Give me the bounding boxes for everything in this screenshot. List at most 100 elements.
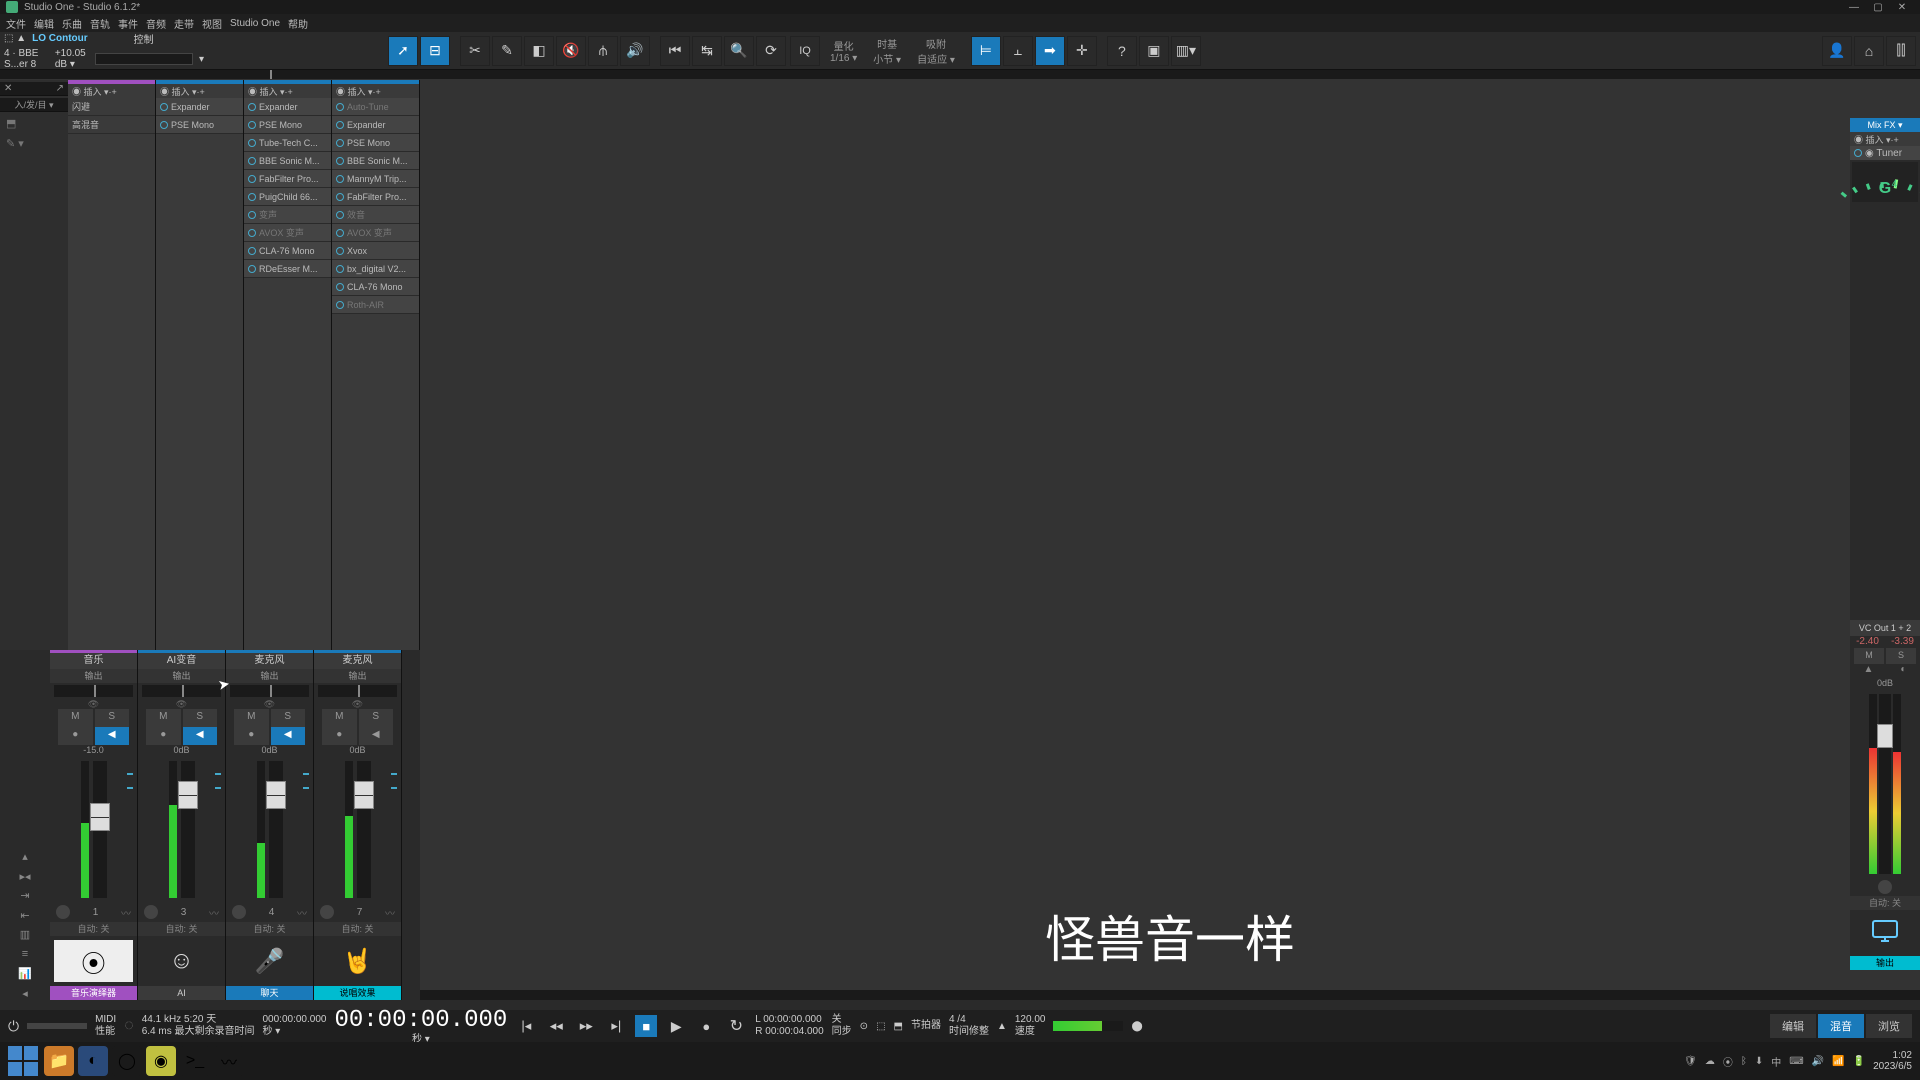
- monitor-icon[interactable]: [1852, 912, 1918, 954]
- mute-button[interactable]: M: [322, 709, 357, 727]
- split-tool-button[interactable]: ✂: [460, 36, 490, 66]
- eye-icon[interactable]: 👁: [138, 699, 225, 709]
- rec-button[interactable]: ●: [322, 727, 357, 745]
- master-fx-icon[interactable]: [1878, 880, 1892, 894]
- tray-icon[interactable]: 🔋: [1853, 1056, 1865, 1067]
- time-signature[interactable]: 4 /4: [949, 1014, 989, 1026]
- volume-fader[interactable]: [181, 761, 195, 898]
- channel-output[interactable]: 输出: [50, 669, 137, 683]
- maximize-button[interactable]: ▢: [1866, 0, 1890, 14]
- plugin-slot[interactable]: PSE Mono: [156, 116, 243, 134]
- loop-start[interactable]: L 00:00:00.000: [755, 1014, 823, 1026]
- left-tool-2[interactable]: ✎ ▾: [0, 134, 68, 152]
- timecode-secondary[interactable]: 000:00:00.000: [263, 1014, 327, 1026]
- preroll-icon[interactable]: ⬒: [894, 1021, 903, 1032]
- channel-footer[interactable]: 说唱效果: [314, 986, 401, 1000]
- menu-item[interactable]: 事件: [118, 16, 138, 31]
- view-tab[interactable]: 混音: [1818, 1014, 1864, 1038]
- plugin-slot[interactable]: Expander: [244, 98, 331, 116]
- db-readout[interactable]: 0dB: [314, 745, 401, 757]
- perf-label[interactable]: 性能: [95, 1026, 116, 1038]
- master-mono-icon[interactable]: ▲: [1864, 664, 1874, 678]
- plugin-slot[interactable]: bx_digital V2...: [332, 260, 419, 278]
- wave-icon[interactable]: 〰: [297, 905, 307, 920]
- plugin-slot[interactable]: Expander: [332, 116, 419, 134]
- eye-icon[interactable]: 👁: [314, 699, 401, 709]
- perf-slider[interactable]: [27, 1023, 87, 1029]
- tray-icon[interactable]: ᛒ: [1741, 1056, 1747, 1067]
- taskbar-app[interactable]: ◯: [112, 1046, 142, 1076]
- send-slot[interactable]: 闪避: [68, 98, 155, 116]
- plugin-slot[interactable]: Auto-Tune: [332, 98, 419, 116]
- loop-end[interactable]: R 00:00:04.000: [755, 1026, 823, 1038]
- nav-skip-icon[interactable]: ⇥: [15, 889, 35, 903]
- menu-item[interactable]: 编辑: [34, 16, 54, 31]
- plugin-slot[interactable]: RDeEsser M...: [244, 260, 331, 278]
- sample-rate[interactable]: 44.1 kHz: [142, 1014, 181, 1025]
- tuner-plugin[interactable]: ◉ Tuner: [1850, 146, 1920, 160]
- clock-date[interactable]: 2023/6/5: [1873, 1061, 1912, 1072]
- automation-mode[interactable]: 自动: 关: [314, 922, 401, 936]
- taskbar-app[interactable]: >_: [180, 1046, 210, 1076]
- wave-icon[interactable]: 〰: [121, 905, 131, 920]
- gain-slider[interactable]: [95, 53, 193, 65]
- iq-button[interactable]: IQ: [790, 36, 820, 66]
- plugin-slot[interactable]: FabFilter Pro...: [244, 170, 331, 188]
- monitor-button[interactable]: ◀: [359, 727, 394, 745]
- listen-tool-button[interactable]: 🔊: [620, 36, 650, 66]
- fx-icon[interactable]: [144, 905, 158, 919]
- midi-label[interactable]: MIDI: [95, 1014, 116, 1026]
- master-fader[interactable]: [1879, 694, 1891, 874]
- insert-header[interactable]: ◉ 插入 ▾·+: [156, 84, 243, 98]
- mute-button[interactable]: M: [234, 709, 269, 727]
- crosshair-button[interactable]: ✛: [1067, 36, 1097, 66]
- timebase-value[interactable]: 小节 ▾: [873, 51, 901, 66]
- taskbar-app[interactable]: ◐: [78, 1046, 108, 1076]
- channel-info[interactable]: 4 · BBE S...er 8: [4, 48, 49, 70]
- master-db[interactable]: 0dB: [1850, 678, 1920, 690]
- insert-header[interactable]: ◉ 插入 ▾·+: [68, 84, 155, 98]
- pan-slider[interactable]: [142, 685, 221, 697]
- plugin-slot[interactable]: PSE Mono: [332, 134, 419, 152]
- close-panel-button[interactable]: ✕↗: [0, 82, 68, 96]
- channel-icon[interactable]: 🤘: [318, 940, 397, 982]
- snap-value[interactable]: 自适应 ▾: [917, 51, 955, 66]
- master-insert-header[interactable]: ◉ 插入 ▾·+: [1850, 132, 1920, 146]
- plugin-slot[interactable]: PuigChild 66...: [244, 188, 331, 206]
- eye-icon[interactable]: 👁: [226, 699, 313, 709]
- volume-fader[interactable]: [357, 761, 371, 898]
- arrow-tool-button[interactable]: ➚: [388, 36, 418, 66]
- master-name[interactable]: VC Out 1 + 2: [1850, 620, 1920, 636]
- solo-button[interactable]: S: [95, 709, 130, 727]
- menu-item[interactable]: 视图: [202, 16, 222, 31]
- view-tab[interactable]: 编辑: [1770, 1014, 1816, 1038]
- horizontal-scrollbar[interactable]: [420, 990, 1920, 1000]
- layout-button[interactable]: ▥▾: [1171, 36, 1201, 66]
- expand-button[interactable]: ⟳: [756, 36, 786, 66]
- automation-mode[interactable]: 自动: 关: [226, 922, 313, 936]
- monitor-button[interactable]: ◀: [271, 727, 306, 745]
- plugin-slot[interactable]: CLA-76 Mono: [332, 278, 419, 296]
- scroll-button[interactable]: ↹: [692, 36, 722, 66]
- tray-icon[interactable]: ⌨: [1789, 1056, 1803, 1067]
- help-button[interactable]: ?: [1107, 36, 1137, 66]
- tempo-value[interactable]: 120.00: [1015, 1014, 1046, 1026]
- metro-label[interactable]: 节拍器: [911, 1020, 941, 1032]
- buffer-size[interactable]: 6.4 ms: [142, 1026, 172, 1037]
- tray-icon[interactable]: ☁: [1705, 1056, 1715, 1067]
- bend-tool-button[interactable]: ⫛: [588, 36, 618, 66]
- nav-piano-icon[interactable]: ▥: [15, 928, 35, 942]
- user-button[interactable]: 👤: [1822, 36, 1852, 66]
- loop-button[interactable]: ↻: [725, 1015, 747, 1037]
- plugin-slot[interactable]: BBE Sonic M...: [332, 152, 419, 170]
- automation-mode[interactable]: 自动: 关: [50, 922, 137, 936]
- rec-button[interactable]: ●: [234, 727, 269, 745]
- dropdown-icon[interactable]: ▾: [199, 54, 204, 65]
- mute-button[interactable]: M: [146, 709, 181, 727]
- plugin-slot[interactable]: Expander: [156, 98, 243, 116]
- channel-name[interactable]: 音乐: [50, 653, 137, 669]
- menu-item[interactable]: 乐曲: [62, 16, 82, 31]
- channel-output[interactable]: 输出: [314, 669, 401, 683]
- plugin-slot[interactable]: AVOX 变声: [332, 224, 419, 242]
- tray-icon[interactable]: 🔊: [1812, 1056, 1824, 1067]
